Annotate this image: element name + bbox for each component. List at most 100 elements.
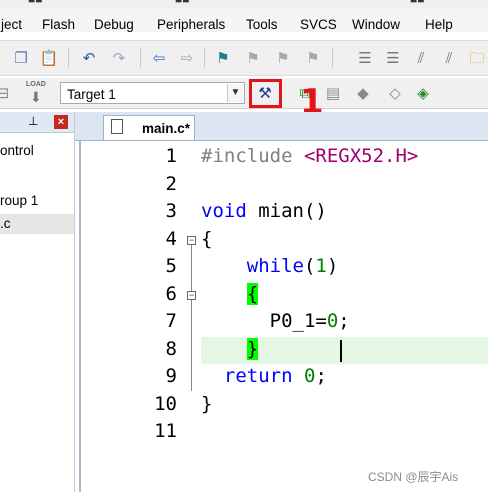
unindent-icon[interactable]: ☰ <box>384 49 402 67</box>
close-icon[interactable]: × <box>54 115 68 129</box>
cut-text: ■■ <box>410 0 425 6</box>
find-in-files-icon[interactable]: 🗀 <box>468 49 486 67</box>
uncomment-icon[interactable]: ⫽ <box>440 49 458 67</box>
line-number: 2 <box>165 172 177 195</box>
code-token: 0 <box>326 310 339 332</box>
next-bookmark-icon[interactable]: ⚑ <box>274 49 292 67</box>
code-line: void mian() <box>201 200 327 222</box>
select-packs-icon[interactable]: ◆ <box>354 84 372 102</box>
nav-forward-icon[interactable]: ⇨ <box>178 49 196 67</box>
code-line: } <box>201 337 259 360</box>
code-token: 0 <box>303 365 316 387</box>
line-number: 3 <box>165 200 177 222</box>
cut-text: ■■ <box>175 0 190 6</box>
fold-toggle-icon[interactable]: − <box>187 236 196 245</box>
comment-icon[interactable]: ⫽ <box>412 49 430 67</box>
panel-header: ⊥ × <box>0 112 74 133</box>
project-panel: ⊥ × ontrol roup 1 .c <box>0 112 75 492</box>
editor-tab-strip: main.c* <box>75 112 488 141</box>
code-token: ; <box>315 365 327 387</box>
code-token: return <box>223 365 293 387</box>
menu-project[interactable]: ject <box>1 17 22 32</box>
file-icon <box>111 119 123 134</box>
menu-debug[interactable]: Debug <box>94 17 134 32</box>
line-number: 9 <box>165 365 177 387</box>
highlight-box <box>249 79 282 108</box>
tree-item-group[interactable]: roup 1 <box>0 193 74 208</box>
manage-components-icon[interactable]: ▤ <box>324 84 342 102</box>
line-number: 1 <box>165 145 177 167</box>
menu-svcs[interactable]: SVCS <box>300 17 337 32</box>
fold-line <box>191 245 192 391</box>
line-number: 10 <box>154 392 177 415</box>
tree-item-control[interactable]: ontrol <box>0 143 74 158</box>
download-icon[interactable]: ⊟ <box>0 84 12 102</box>
paste-icon[interactable]: 📋 <box>40 49 59 67</box>
code-editor[interactable]: 1 2 3 4 5 6 7 8 9 10 11 #include <REGX52.H> void mi… <box>75 141 488 492</box>
text-caret <box>340 340 342 362</box>
menu-help[interactable]: Help <box>425 17 453 32</box>
redo-icon[interactable]: ↷ <box>110 49 128 67</box>
code-token: ( <box>303 255 316 277</box>
menu-tools[interactable]: Tools <box>246 17 278 32</box>
toolbar-separator <box>68 48 69 68</box>
toolbar-separator <box>332 48 333 68</box>
line-number: 8 <box>165 337 177 360</box>
line-number: 4 <box>165 227 177 250</box>
code-token: { <box>246 282 259 305</box>
load-icon: ⬇ <box>30 89 42 105</box>
code-token: } <box>201 392 213 415</box>
menu-window[interactable]: Window <box>352 17 400 32</box>
tab-label: main.c* <box>142 121 191 136</box>
toolbar-separator <box>204 48 205 68</box>
copy-icon[interactable]: ❐ <box>12 49 30 67</box>
tree-item-main-c[interactable]: .c <box>0 214 74 234</box>
line-number: 7 <box>165 310 177 332</box>
code-line: return 0; <box>201 365 327 387</box>
pack-icon[interactable]: ◈ <box>414 84 432 102</box>
code-token: while <box>246 255 304 277</box>
line-number: 11 <box>154 420 177 442</box>
edit-toolbar: ❐ 📋 ↶ ↷ ⇦ ⇨ ⚑ ⚑ ⚑ ⚑ ☰ ☰ ⫽ ⫽ 🗀 <box>0 40 488 76</box>
pin-icon[interactable]: ⊥ <box>28 114 38 128</box>
code-token: <REGX52.H> <box>303 145 419 167</box>
code-token: ; <box>338 310 350 332</box>
code-token: mian() <box>246 200 327 222</box>
code-line: while(1) <box>201 255 339 277</box>
pack-installer-icon[interactable]: ◇ <box>386 84 404 102</box>
code-line: { <box>201 228 212 250</box>
code-token: P0_1= <box>201 310 327 332</box>
code-token: 1 <box>315 255 327 277</box>
code-line: #include <REGX52.H> <box>201 145 418 167</box>
code-line: { <box>201 282 259 305</box>
code-token: } <box>246 337 259 360</box>
line-number: 5 <box>165 255 177 277</box>
code-line: } <box>201 393 212 415</box>
chevron-down-icon[interactable]: ▼ <box>227 84 243 102</box>
indent-icon[interactable]: ☰ <box>356 49 374 67</box>
bookmark-icon[interactable]: ⚑ <box>214 49 232 67</box>
clear-bookmarks-icon[interactable]: ⚑ <box>304 49 322 67</box>
tab-main-c[interactable]: main.c* <box>103 115 195 140</box>
line-number: 6 <box>165 282 177 305</box>
cut-off-strip: ■■ ■■ ■■ <box>0 0 488 8</box>
target-select-value: Target 1 <box>67 87 116 102</box>
load-button[interactable]: LOAD ⬇ <box>26 81 48 105</box>
cut-text: ■■ <box>28 0 43 6</box>
undo-icon[interactable]: ↶ <box>80 49 98 67</box>
fold-toggle-icon[interactable]: − <box>187 291 196 300</box>
menu-peripherals[interactable]: Peripherals <box>157 17 225 32</box>
load-label: LOAD <box>26 81 46 88</box>
toolbar-separator <box>140 48 141 68</box>
prev-bookmark-icon[interactable]: ⚑ <box>244 49 262 67</box>
watermark: CSDN @辰宇Ais <box>368 470 459 484</box>
nav-back-icon[interactable]: ⇦ <box>150 49 168 67</box>
menu-flash[interactable]: Flash <box>42 17 75 32</box>
code-token: { <box>201 227 213 250</box>
menu-bar: ject Flash Debug Peripherals Tools SVCS … <box>0 8 488 32</box>
